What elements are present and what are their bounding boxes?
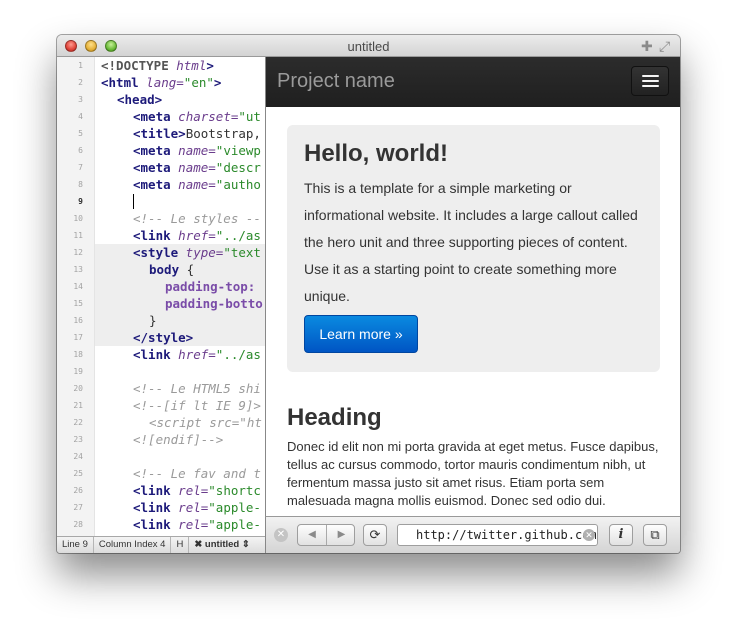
line-number: 23 <box>73 435 83 444</box>
code-line-4: <meta charset="ut <box>133 109 261 124</box>
code-line-2: <html lang="en"> <box>101 75 222 90</box>
hamburger-icon <box>642 85 659 87</box>
updown-icon: ⇕ <box>239 538 250 550</box>
code-line-7: <meta name="descr <box>133 160 261 175</box>
clear-url-icon[interactable]: ✕ <box>583 529 595 541</box>
line-number: 7 <box>78 163 83 172</box>
line-number: 27 <box>73 503 83 512</box>
learn-more-button[interactable]: Learn more » <box>304 315 418 353</box>
code-line-18: <link href="../as <box>133 347 261 362</box>
code-line-10: <!-- Le styles -- <box>133 211 261 226</box>
line-number: 18 <box>73 350 83 359</box>
line-number-active: 9 <box>78 197 83 206</box>
line-number: 17 <box>73 333 83 342</box>
code-line-13: body { <box>149 262 195 277</box>
line-number: 4 <box>78 112 83 121</box>
section-heading: Heading <box>287 404 382 431</box>
web-preview[interactable]: Project name Hello, world! This is a tem… <box>265 57 680 516</box>
line-number: 25 <box>73 469 83 478</box>
line-number: 22 <box>73 418 83 427</box>
syntax-mode-indicator[interactable]: H <box>171 536 190 553</box>
file-selector[interactable]: ✖ untitled ⇕ <box>189 537 255 554</box>
menu-toggle-button[interactable] <box>631 66 669 96</box>
line-number: 10 <box>73 214 83 223</box>
url-field[interactable]: http://twitter.github.com/bootstrap/ <box>397 524 598 546</box>
code-line-6: <meta name="viewp <box>133 143 261 158</box>
code-line-16: } <box>149 313 157 328</box>
code-line-15: padding-botto <box>165 296 263 311</box>
text-caret <box>133 194 134 209</box>
line-number: 26 <box>73 486 83 495</box>
line-number: 11 <box>73 231 83 240</box>
plus-icon[interactable]: ✚ <box>641 38 653 55</box>
hero-title: Hello, world! <box>304 140 448 167</box>
code-line-22: <script src="ht <box>149 415 262 430</box>
editor-status-bar: Line 9 Column Index 4 H ✖ untitled ⇕ <box>57 536 265 553</box>
code-line-26: <link rel="shortc <box>133 483 261 498</box>
code-line-27: <link rel="apple- <box>133 500 261 515</box>
code-line-8: <meta name="autho <box>133 177 261 192</box>
code-line-21: <!--[if lt IE 9]> <box>133 398 261 413</box>
reload-button[interactable]: ⟳ <box>363 524 387 546</box>
code-editor[interactable]: 1 2 3 4 5 6 7 8 9 10 11 12 13 14 15 16 1… <box>57 57 265 536</box>
line-number: 8 <box>78 180 83 189</box>
hamburger-icon <box>642 75 659 77</box>
hero-unit: Hello, world! This is a template for a s… <box>287 125 660 372</box>
line-number: 2 <box>78 78 83 87</box>
line-number: 28 <box>73 520 83 529</box>
line-number: 20 <box>73 384 83 393</box>
navbar: Project name <box>266 57 680 107</box>
brand-link[interactable]: Project name <box>277 70 395 93</box>
line-number: 15 <box>73 299 83 308</box>
code-line-3: <head> <box>117 92 163 107</box>
line-number: 14 <box>73 282 83 291</box>
code-line-5: <title>Bootstrap, <box>133 126 261 141</box>
title-bar: untitled ✚ ⤢ <box>57 35 680 57</box>
section-paragraph: Donec id elit non mi porta gravida at eg… <box>287 439 659 508</box>
file-name: untitled <box>204 538 240 550</box>
line-number: 21 <box>73 401 83 410</box>
line-number: 13 <box>73 265 83 274</box>
code-line-14: padding-top: <box>165 279 256 294</box>
code-line-28: <link rel="apple- <box>133 517 261 532</box>
line-indicator[interactable]: Line 9 <box>57 536 94 553</box>
code-line-11: <link href="../as <box>133 228 261 243</box>
code-line-1: <!DOCTYPE html> <box>101 58 214 73</box>
line-number: 3 <box>78 95 83 104</box>
info-icon: i <box>618 527 624 542</box>
close-file-icon[interactable]: ✖ <box>194 539 205 550</box>
line-number: 24 <box>73 452 83 461</box>
line-number: 6 <box>78 146 83 155</box>
line-number-gutter: 1 2 3 4 5 6 7 8 9 10 11 12 13 14 15 16 1… <box>57 57 95 536</box>
code-line-20: <!-- Le HTML5 shi <box>133 381 261 396</box>
window-title: untitled <box>347 39 390 54</box>
forward-button[interactable]: ▶ <box>327 525 356 545</box>
code-line-23: <![endif]--> <box>133 432 224 447</box>
line-number: 5 <box>78 129 83 138</box>
window-icon: ⧉ <box>650 527 660 542</box>
code-line-12: <style type="text <box>133 245 261 260</box>
back-forward-buttons: ◀ ▶ <box>297 524 355 546</box>
line-number: 16 <box>73 316 83 325</box>
hero-text: This is a template for a simple marketin… <box>304 180 638 304</box>
column-indicator[interactable]: Column Index 4 <box>94 536 172 553</box>
code-line-17: </style> <box>133 330 194 345</box>
app-window: untitled ✚ ⤢ 1 2 3 4 5 6 7 8 9 10 11 12 … <box>57 35 680 553</box>
open-in-browser-button[interactable]: ⧉ <box>643 524 667 546</box>
browser-toolbar: ✕ ◀ ▶ ⟳ http://twitter.github.com/bootst… <box>265 516 680 553</box>
line-number: 12 <box>73 248 83 257</box>
hamburger-icon <box>642 80 659 82</box>
stop-icon[interactable]: ✕ <box>274 528 288 542</box>
line-number: 19 <box>73 367 83 376</box>
info-button[interactable]: i <box>609 524 633 546</box>
fullscreen-icon[interactable]: ⤢ <box>659 38 670 55</box>
back-button[interactable]: ◀ <box>298 525 327 545</box>
line-number: 1 <box>78 61 83 70</box>
code-line-25: <!-- Le fav and t <box>133 466 261 481</box>
